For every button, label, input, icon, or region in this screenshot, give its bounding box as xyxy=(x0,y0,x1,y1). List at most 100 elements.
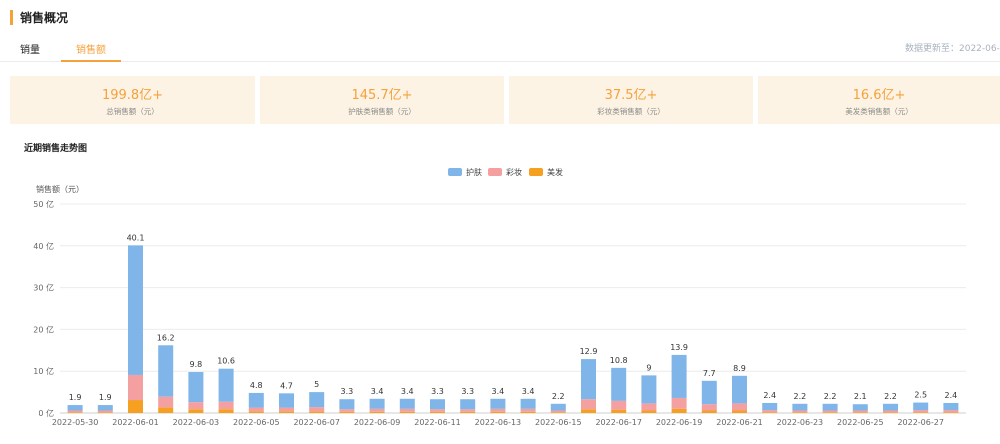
legend-swatch xyxy=(529,168,543,176)
chart-title: 近期销售走势图 xyxy=(24,144,88,154)
bar-segment xyxy=(611,409,627,413)
bar-total-label: 5 xyxy=(314,380,319,389)
bar-total-label: 12.9 xyxy=(580,347,598,356)
bar-total-label: 2.4 xyxy=(945,391,958,400)
bar-segment xyxy=(732,375,747,404)
bar-segment xyxy=(792,403,808,411)
bar-segment xyxy=(883,403,898,411)
tab-bar: 销量 销售额 xyxy=(0,36,1000,62)
bar-segment xyxy=(883,412,898,413)
bar-segment xyxy=(701,380,717,405)
bar-segment xyxy=(520,398,536,409)
bar-segment xyxy=(339,409,355,412)
bar-segment xyxy=(550,410,566,413)
bar-segment xyxy=(792,410,808,413)
bar-segment xyxy=(701,404,717,411)
bar-segment xyxy=(883,410,898,413)
bar-segment xyxy=(399,411,415,413)
bar-segment xyxy=(128,374,143,401)
tab-sales-quantity[interactable]: 销量 xyxy=(20,41,42,60)
x-tick-label: 2022-06-25 xyxy=(837,418,884,427)
bar-segment xyxy=(430,411,445,413)
bar-segment xyxy=(460,411,476,413)
summary-card-makeup: 37.5亿+ 彩妆类销售额（元） xyxy=(509,76,753,124)
bar-segment xyxy=(762,412,778,413)
bar-segment xyxy=(309,411,325,413)
bar-total-label: 3.3 xyxy=(341,387,354,396)
legend-swatch xyxy=(488,168,502,176)
bar-total-label: 9.8 xyxy=(190,360,203,369)
bar-segment xyxy=(369,411,385,413)
x-tick-label: 2022-06-21 xyxy=(716,418,763,427)
x-tick-label: 2022-06-19 xyxy=(656,418,703,427)
bar-total-label: 2.2 xyxy=(824,392,837,401)
bar-segment xyxy=(550,412,566,413)
bar-segment xyxy=(913,412,929,413)
card-label: 彩妆类销售额（元） xyxy=(597,107,665,116)
bar-segment xyxy=(671,397,687,409)
bar-segment xyxy=(158,396,174,408)
bar-segment xyxy=(248,411,264,413)
bar-total-label: 2.2 xyxy=(794,392,807,401)
bar-segment xyxy=(943,402,959,411)
bar-segment xyxy=(550,403,566,411)
bar-total-label: 16.2 xyxy=(157,333,175,342)
card-value: 199.8亿+ xyxy=(101,88,164,103)
bar-segment xyxy=(369,398,385,409)
bar-total-label: 13.9 xyxy=(670,343,688,352)
legend-label: 彩妆 xyxy=(506,167,522,177)
bar-segment xyxy=(97,405,113,411)
bar-segment xyxy=(339,411,355,413)
y-tick-label: 50 亿 xyxy=(33,199,54,209)
bar-segment xyxy=(309,392,325,408)
x-tick-label: 2022-06-07 xyxy=(293,418,340,427)
y-axis-label: 销售额（元） xyxy=(36,184,84,194)
bar-segment xyxy=(430,409,445,412)
bar-total-label: 2.2 xyxy=(884,392,897,401)
summary-cards: 199.8亿+ 总销售额（元） 145.7亿+ 护肤类销售额（元） 37.5亿+… xyxy=(10,76,1000,124)
bar-segment xyxy=(671,354,687,398)
bar-segment xyxy=(943,410,959,413)
bar-segment xyxy=(822,410,838,413)
bar-segment xyxy=(460,399,476,410)
bar-segment xyxy=(218,368,234,402)
bar-segment xyxy=(490,398,506,409)
bar-total-label: 2.1 xyxy=(854,392,867,401)
bar-segment xyxy=(67,412,83,413)
bar-total-label: 3.3 xyxy=(431,387,444,396)
bar-segment xyxy=(913,402,929,411)
bar-segment xyxy=(611,400,627,410)
bar-segment xyxy=(279,407,294,412)
bar-total-label: 1.9 xyxy=(99,393,112,402)
bar-segment xyxy=(128,245,143,375)
bar-segment xyxy=(641,410,657,413)
x-tick-label: 2022-06-03 xyxy=(173,418,220,427)
bar-total-label: 4.8 xyxy=(250,381,263,390)
section-header: 销售概况 xyxy=(10,8,68,26)
x-tick-label: 2022-06-09 xyxy=(354,418,401,427)
x-tick-label: 2022-06-01 xyxy=(112,418,159,427)
legend-swatch xyxy=(448,168,462,176)
bar-segment xyxy=(732,410,747,413)
data-update-time: 数据更新至：2022-06-2 xyxy=(905,44,1000,54)
bar-segment xyxy=(581,409,596,413)
x-tick-label: 2022-06-15 xyxy=(535,418,582,427)
bar-total-label: 3.4 xyxy=(371,387,384,396)
bar-segment xyxy=(762,402,778,411)
tab-sales-amount[interactable]: 销售额 xyxy=(61,41,121,62)
bar-segment xyxy=(67,405,83,411)
bar-total-label: 3.4 xyxy=(492,387,505,396)
summary-card-total: 199.8亿+ 总销售额（元） xyxy=(10,76,255,124)
x-tick-label: 2022-06-11 xyxy=(414,418,461,427)
x-tick-label: 2022-06-05 xyxy=(233,418,280,427)
card-label: 美发类销售额（元） xyxy=(845,107,913,116)
y-tick-label: 0 亿 xyxy=(38,408,54,418)
bar-segment xyxy=(158,345,174,397)
bar-segment xyxy=(852,404,868,411)
bar-segment xyxy=(520,408,536,412)
bar-segment xyxy=(671,408,687,413)
bar-segment xyxy=(339,399,355,410)
bar-segment xyxy=(913,410,929,413)
bar-total-label: 3.4 xyxy=(522,387,535,396)
bar-segment xyxy=(762,410,778,413)
